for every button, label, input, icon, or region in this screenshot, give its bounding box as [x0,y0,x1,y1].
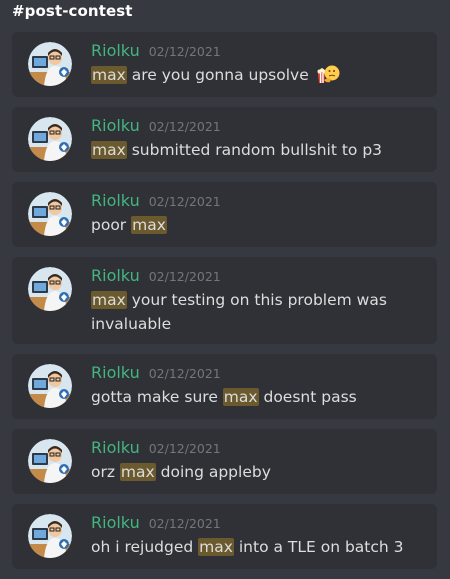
message-text: oh i rejudged max into a TLE on batch 3 [91,538,404,556]
message-text: max are you gonna upsolve [91,63,429,87]
message-text: poor max [91,216,167,234]
channel-name: #post-contest [12,2,133,20]
message-text: orz max doing appleby [91,463,271,481]
username[interactable]: Riolku [91,191,140,210]
message-item[interactable]: Riolku 02/12/2021 max are you gonna upso… [12,32,437,97]
message-item[interactable]: Riolku 02/12/2021 max your testing on th… [12,257,437,344]
message-text: gotta make sure max doesnt pass [91,388,357,406]
message-item[interactable]: Riolku 02/12/2021 max submitted random b… [12,107,437,172]
user-mention[interactable]: max [131,216,167,234]
popcorn-and-thinking-emoji [317,65,340,83]
timestamp: 02/12/2021 [148,366,221,381]
user-mention[interactable]: max [91,141,127,159]
avatar[interactable] [28,267,72,311]
user-mention[interactable]: max [91,66,127,84]
username[interactable]: Riolku [91,266,140,285]
avatar[interactable] [28,364,72,408]
message-item[interactable]: Riolku 02/12/2021 oh i rejudged max into… [12,504,437,569]
avatar[interactable] [28,439,72,483]
timestamp: 02/12/2021 [148,269,221,284]
user-mention[interactable]: max [91,291,127,309]
username[interactable]: Riolku [91,41,140,60]
username[interactable]: Riolku [91,438,140,457]
message-item[interactable]: Riolku 02/12/2021 poor max [12,182,437,247]
avatar[interactable] [28,192,72,236]
username[interactable]: Riolku [91,116,140,135]
timestamp: 02/12/2021 [148,44,221,59]
message-list: Riolku 02/12/2021 max are you gonna upso… [12,32,437,579]
message-item[interactable]: Riolku 02/12/2021 orz max doing appleby [12,429,437,494]
avatar[interactable] [28,117,72,161]
user-mention[interactable]: max [222,388,259,406]
avatar[interactable] [28,514,72,558]
message-text: max your testing on this problem was inv… [91,291,387,333]
avatar[interactable] [28,42,72,86]
user-mention[interactable]: max [198,538,234,556]
timestamp: 02/12/2021 [148,119,221,134]
timestamp: 02/12/2021 [148,516,221,531]
message-text: max submitted random bullshit to p3 [91,141,383,159]
username[interactable]: Riolku [91,513,140,532]
timestamp: 02/12/2021 [148,441,221,456]
user-mention[interactable]: max [119,463,156,481]
username[interactable]: Riolku [91,363,140,382]
message-item[interactable]: Riolku 02/12/2021 gotta make sure max do… [12,354,437,419]
timestamp: 02/12/2021 [148,194,221,209]
